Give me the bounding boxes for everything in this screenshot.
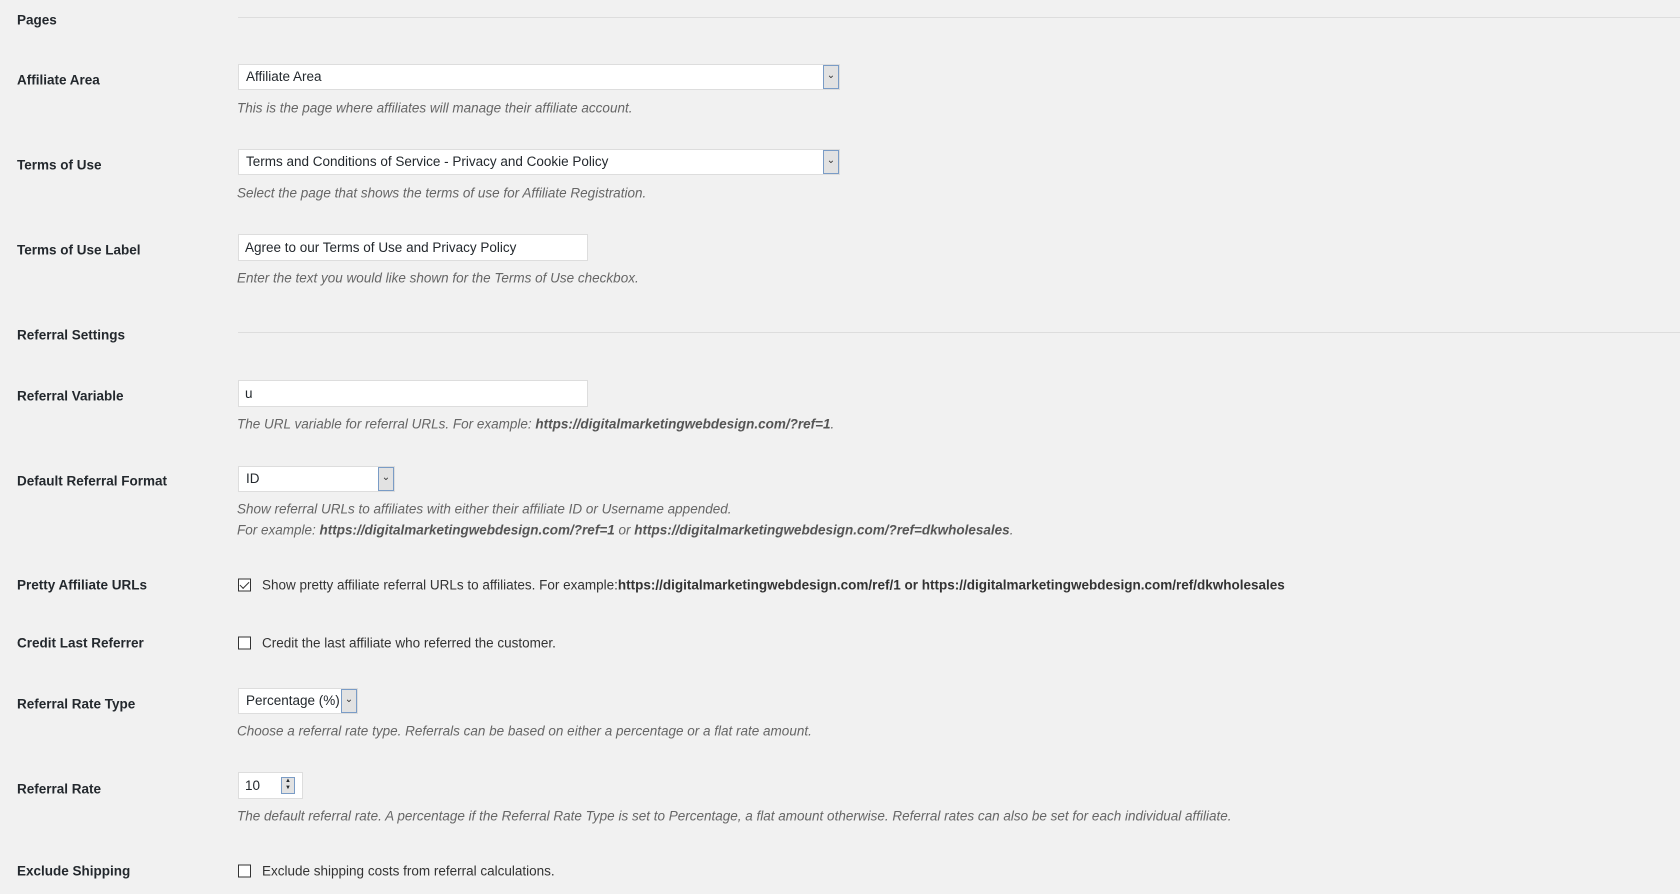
credit-last-referrer-label: Credit Last Referrer: [17, 635, 144, 651]
referral-variable-description: The URL variable for referral URLs. For …: [237, 417, 834, 432]
desc-text: For example:: [237, 522, 320, 538]
chevron-down-icon[interactable]: ⌄: [823, 150, 839, 174]
pretty-urls-option: Show pretty affiliate referral URLs to a…: [238, 578, 1285, 593]
section-heading-pages: Pages: [17, 12, 57, 28]
credit-last-referrer-checkbox[interactable]: [238, 636, 251, 650]
example-url: https://digitalmarketingwebdesign.com/re…: [617, 577, 901, 593]
terms-of-use-description: Select the page that shows the terms of …: [237, 185, 647, 201]
selected-value: ID: [246, 471, 260, 486]
or-text: or: [900, 577, 922, 593]
affiliate-area-select[interactable]: Affiliate Area ⌄: [238, 64, 840, 90]
referral-rate-type-description: Choose a referral rate type. Referrals c…: [237, 723, 812, 739]
option-text: Exclude shipping costs from referral cal…: [262, 863, 555, 879]
desc-text: The URL variable for referral URLs. For …: [237, 416, 536, 432]
terms-label-description: Enter the text you would like shown for …: [237, 270, 639, 286]
selected-value: Percentage (%): [246, 693, 340, 708]
referral-variable-label: Referral Variable: [17, 388, 124, 404]
or-text: or: [614, 522, 635, 538]
example-url: https://digitalmarketingwebdesign.com/?r…: [535, 416, 831, 432]
selected-value: Terms and Conditions of Service - Privac…: [246, 154, 609, 169]
exclude-shipping-label: Exclude Shipping: [17, 863, 131, 879]
example-url: https://digitalmarketingwebdesign.com/re…: [921, 577, 1285, 593]
terms-of-use-select[interactable]: Terms and Conditions of Service - Privac…: [238, 149, 840, 175]
default-referral-format-label: Default Referral Format: [17, 473, 168, 489]
option-text: Show pretty affiliate referral URLs to a…: [262, 577, 618, 593]
spinner-arrows-icon[interactable]: ▲ ▼: [281, 777, 295, 794]
referral-format-description: Show referral URLs to affiliates with ei…: [237, 501, 732, 517]
referral-variable-input[interactable]: u: [238, 380, 588, 407]
referral-format-example: For example: https://digitalmarketingweb…: [237, 523, 1013, 538]
referral-rate-input[interactable]: 10 ▲ ▼: [238, 772, 303, 799]
chevron-down-icon[interactable]: ⌄: [341, 689, 357, 713]
desc-end: .: [830, 416, 835, 432]
referral-rate-description: The default referral rate. A percentage …: [237, 808, 1232, 824]
option-text: Credit the last affiliate who referred t…: [262, 635, 556, 651]
default-referral-format-select[interactable]: ID ⌄: [238, 466, 395, 492]
example-url: https://digitalmarketingwebdesign.com/?r…: [634, 522, 1010, 538]
exclude-shipping-option: Exclude shipping costs from referral cal…: [238, 864, 555, 879]
selected-value: Affiliate Area: [246, 69, 322, 84]
example-url: https://digitalmarketingwebdesign.com/?r…: [319, 522, 615, 538]
section-heading-referral-settings: Referral Settings: [17, 327, 126, 343]
referral-rate-type-select[interactable]: Percentage (%) ⌄: [238, 688, 358, 714]
rate-value: 10: [245, 778, 261, 793]
divider: [238, 332, 1680, 333]
pretty-urls-checkbox[interactable]: [238, 578, 251, 592]
affiliate-area-description: This is the page where affiliates will m…: [237, 100, 633, 116]
affiliate-area-label: Affiliate Area: [17, 72, 100, 88]
terms-label-label: Terms of Use Label: [17, 242, 141, 258]
chevron-down-icon[interactable]: ⌄: [823, 65, 839, 89]
desc-end: .: [1009, 522, 1014, 538]
referral-rate-type-label: Referral Rate Type: [17, 696, 136, 712]
exclude-shipping-checkbox[interactable]: [238, 864, 251, 878]
credit-last-referrer-option: Credit the last affiliate who referred t…: [238, 636, 556, 651]
terms-of-use-label: Terms of Use: [17, 157, 102, 173]
referral-rate-label: Referral Rate: [17, 781, 102, 797]
divider: [238, 17, 1680, 18]
terms-label-input[interactable]: Agree to our Terms of Use and Privacy Po…: [238, 234, 588, 261]
chevron-down-icon[interactable]: ⌄: [378, 467, 394, 491]
pretty-urls-label: Pretty Affiliate URLs: [17, 577, 148, 593]
